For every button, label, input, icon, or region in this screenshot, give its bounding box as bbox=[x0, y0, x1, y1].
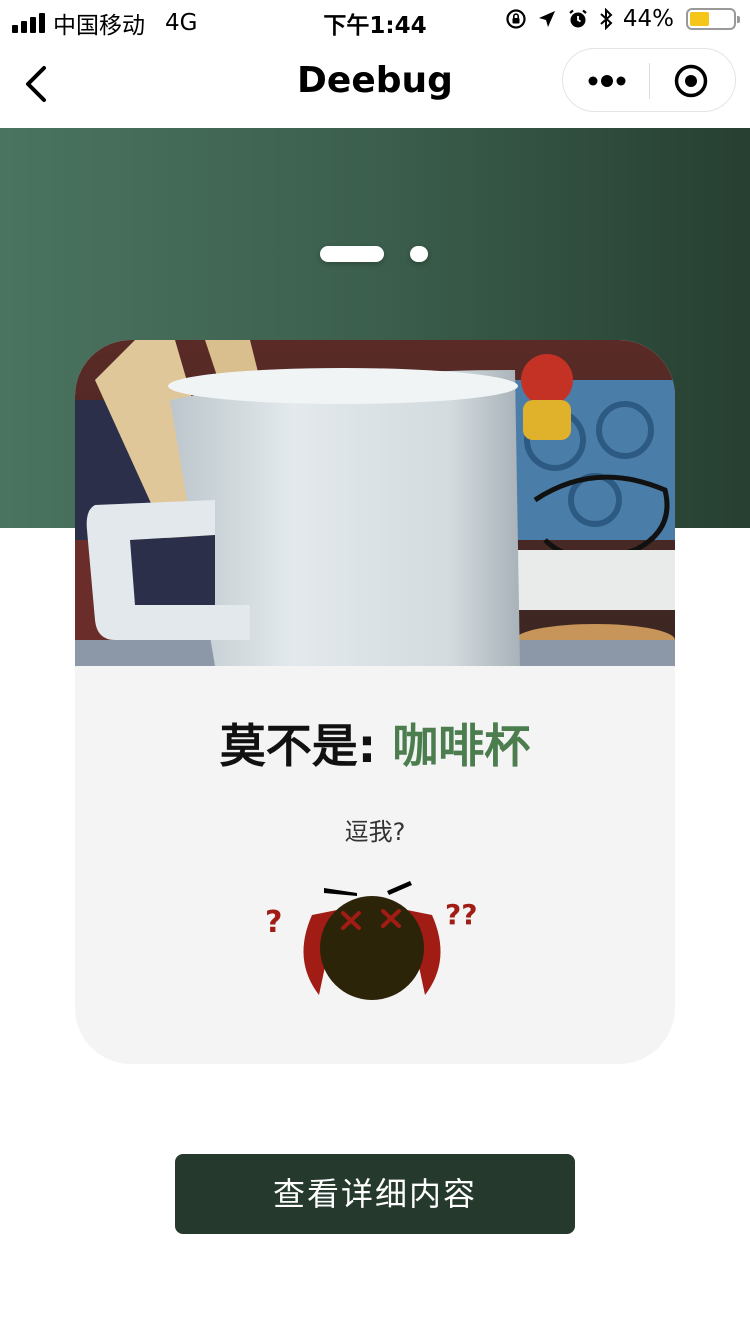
carousel-indicator-dot[interactable] bbox=[410, 246, 428, 262]
result-card: 莫不是: 咖啡杯 逗我? ? ?? bbox=[75, 340, 675, 1064]
result-photo bbox=[75, 340, 675, 666]
capsule-divider bbox=[649, 63, 650, 99]
more-dots-icon[interactable] bbox=[587, 67, 627, 95]
battery-icon bbox=[686, 8, 740, 30]
nav-bar: Deebug bbox=[0, 40, 750, 128]
location-arrow-icon bbox=[538, 11, 555, 27]
question-mark-left: ? bbox=[265, 905, 282, 940]
bluetooth-icon bbox=[600, 8, 613, 30]
result-title-answer: 咖啡杯 bbox=[392, 719, 531, 773]
rotation-lock-icon bbox=[506, 9, 526, 29]
confused-face-icon: ? ?? bbox=[265, 881, 477, 1000]
question-mark-right: ?? bbox=[445, 898, 477, 931]
status-right: 44% bbox=[505, 6, 740, 32]
result-title-prefix: 莫不是: bbox=[219, 719, 377, 773]
target-icon[interactable] bbox=[673, 63, 709, 99]
alarm-icon bbox=[569, 9, 587, 28]
battery-percent: 44% bbox=[622, 6, 674, 32]
view-details-button[interactable]: 查看详细内容 bbox=[175, 1154, 575, 1234]
result-title: 莫不是: 咖啡杯 bbox=[75, 710, 675, 776]
menu-capsule bbox=[562, 48, 736, 112]
carousel-indicator-active[interactable] bbox=[320, 246, 384, 262]
status-bar: 中国移动 4G 下午1:44 44% bbox=[0, 0, 750, 40]
result-subtitle: 逗我? bbox=[344, 818, 406, 846]
